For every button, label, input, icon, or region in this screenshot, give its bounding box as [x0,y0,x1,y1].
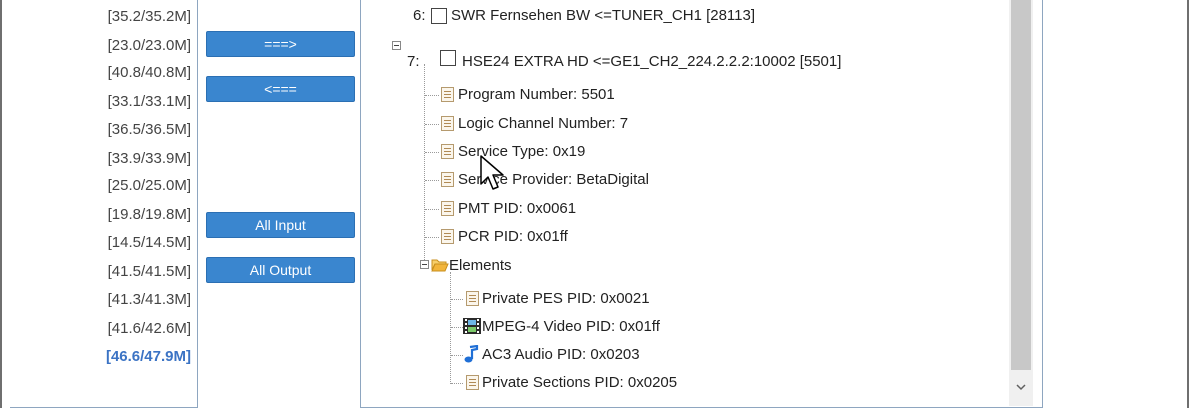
tree-connector [425,95,439,96]
bitrate-item-selected[interactable]: [46.6/47.9M] [106,348,191,366]
elements-label[interactable]: Elements [449,257,512,275]
tree-connector [451,383,463,384]
property-item[interactable]: Logic Channel Number: 7 [458,115,628,133]
element-item[interactable]: MPEG-4 Video PID: 0x01ff [482,318,660,336]
program-index: 7: [407,53,420,70]
all-output-button[interactable]: All Output [206,257,355,283]
cursor-icon [480,155,504,190]
tree-connector [451,355,463,356]
tree-connector [450,272,451,384]
program-index: 6: [413,7,426,24]
document-icon [441,116,454,131]
element-item[interactable]: AC3 Audio PID: 0x0203 [482,346,640,364]
bitrate-item[interactable]: [41.6/42.6M] [108,320,191,338]
bitrate-item[interactable]: [35.2/35.2M] [108,8,191,26]
scroll-thumb[interactable] [1011,0,1031,370]
property-item[interactable]: Program Number: 5501 [458,86,615,104]
bitrate-list: [35.2/35.2M] [23.0/23.0M] [40.8/40.8M] [… [10,0,198,408]
bitrate-item[interactable]: [23.0/23.0M] [108,37,191,55]
tree-connector [425,209,439,210]
bitrate-item[interactable]: [41.3/41.3M] [108,291,191,309]
property-item[interactable]: Service Type: 0x19 [458,143,585,161]
bitrate-item[interactable]: [25.0/25.0M] [108,177,191,195]
tree-connector [425,180,439,181]
scroll-down-button[interactable] [1009,376,1033,398]
film-icon [463,318,481,334]
tree-node-program-6[interactable]: 6: [413,7,426,25]
document-icon [466,375,479,390]
bitrate-item[interactable]: [19.8/19.8M] [108,206,191,224]
element-item[interactable]: Private PES PID: 0x0021 [482,290,650,308]
document-icon [441,229,454,244]
move-right-button[interactable]: ===> [206,31,355,57]
tree-connector [425,152,439,153]
tree-connector [451,327,463,328]
element-item[interactable]: Private Sections PID: 0x0205 [482,374,677,392]
document-icon [466,291,479,306]
property-item[interactable]: PCR PID: 0x01ff [458,228,568,246]
document-icon [441,201,454,216]
music-note-icon [464,345,479,363]
chevron-down-icon [1016,383,1026,390]
program-label[interactable]: SWR Fernsehen BW <=TUNER_CH1 [28113] [451,7,755,25]
checkbox-icon[interactable] [431,8,447,24]
move-left-button[interactable]: <=== [206,76,355,102]
all-input-button[interactable]: All Input [206,212,355,238]
property-item[interactable]: PMT PID: 0x0061 [458,200,576,218]
bitrate-item[interactable]: [33.1/33.1M] [108,93,191,111]
bitrate-item[interactable]: [14.5/14.5M] [108,234,191,252]
document-icon [441,172,454,187]
bitrate-item[interactable]: [36.5/36.5M] [108,121,191,139]
tree-connector [451,299,463,300]
collapse-icon[interactable] [392,41,401,50]
checkbox-icon[interactable] [440,50,456,66]
document-icon [441,144,454,159]
folder-open-icon [431,259,449,272]
tree-connector [425,124,439,125]
vertical-scrollbar[interactable] [1009,0,1033,406]
bitrate-item[interactable]: [33.9/33.9M] [108,150,191,168]
collapse-icon[interactable] [420,260,429,269]
program-label[interactable]: HSE24 EXTRA HD <=GE1_CH2_224.2.2.2:10002… [462,53,841,71]
tree-connector [425,237,439,238]
document-icon [441,87,454,102]
bitrate-item[interactable]: [40.8/40.8M] [108,64,191,82]
bitrate-item[interactable]: [41.5/41.5M] [108,263,191,281]
